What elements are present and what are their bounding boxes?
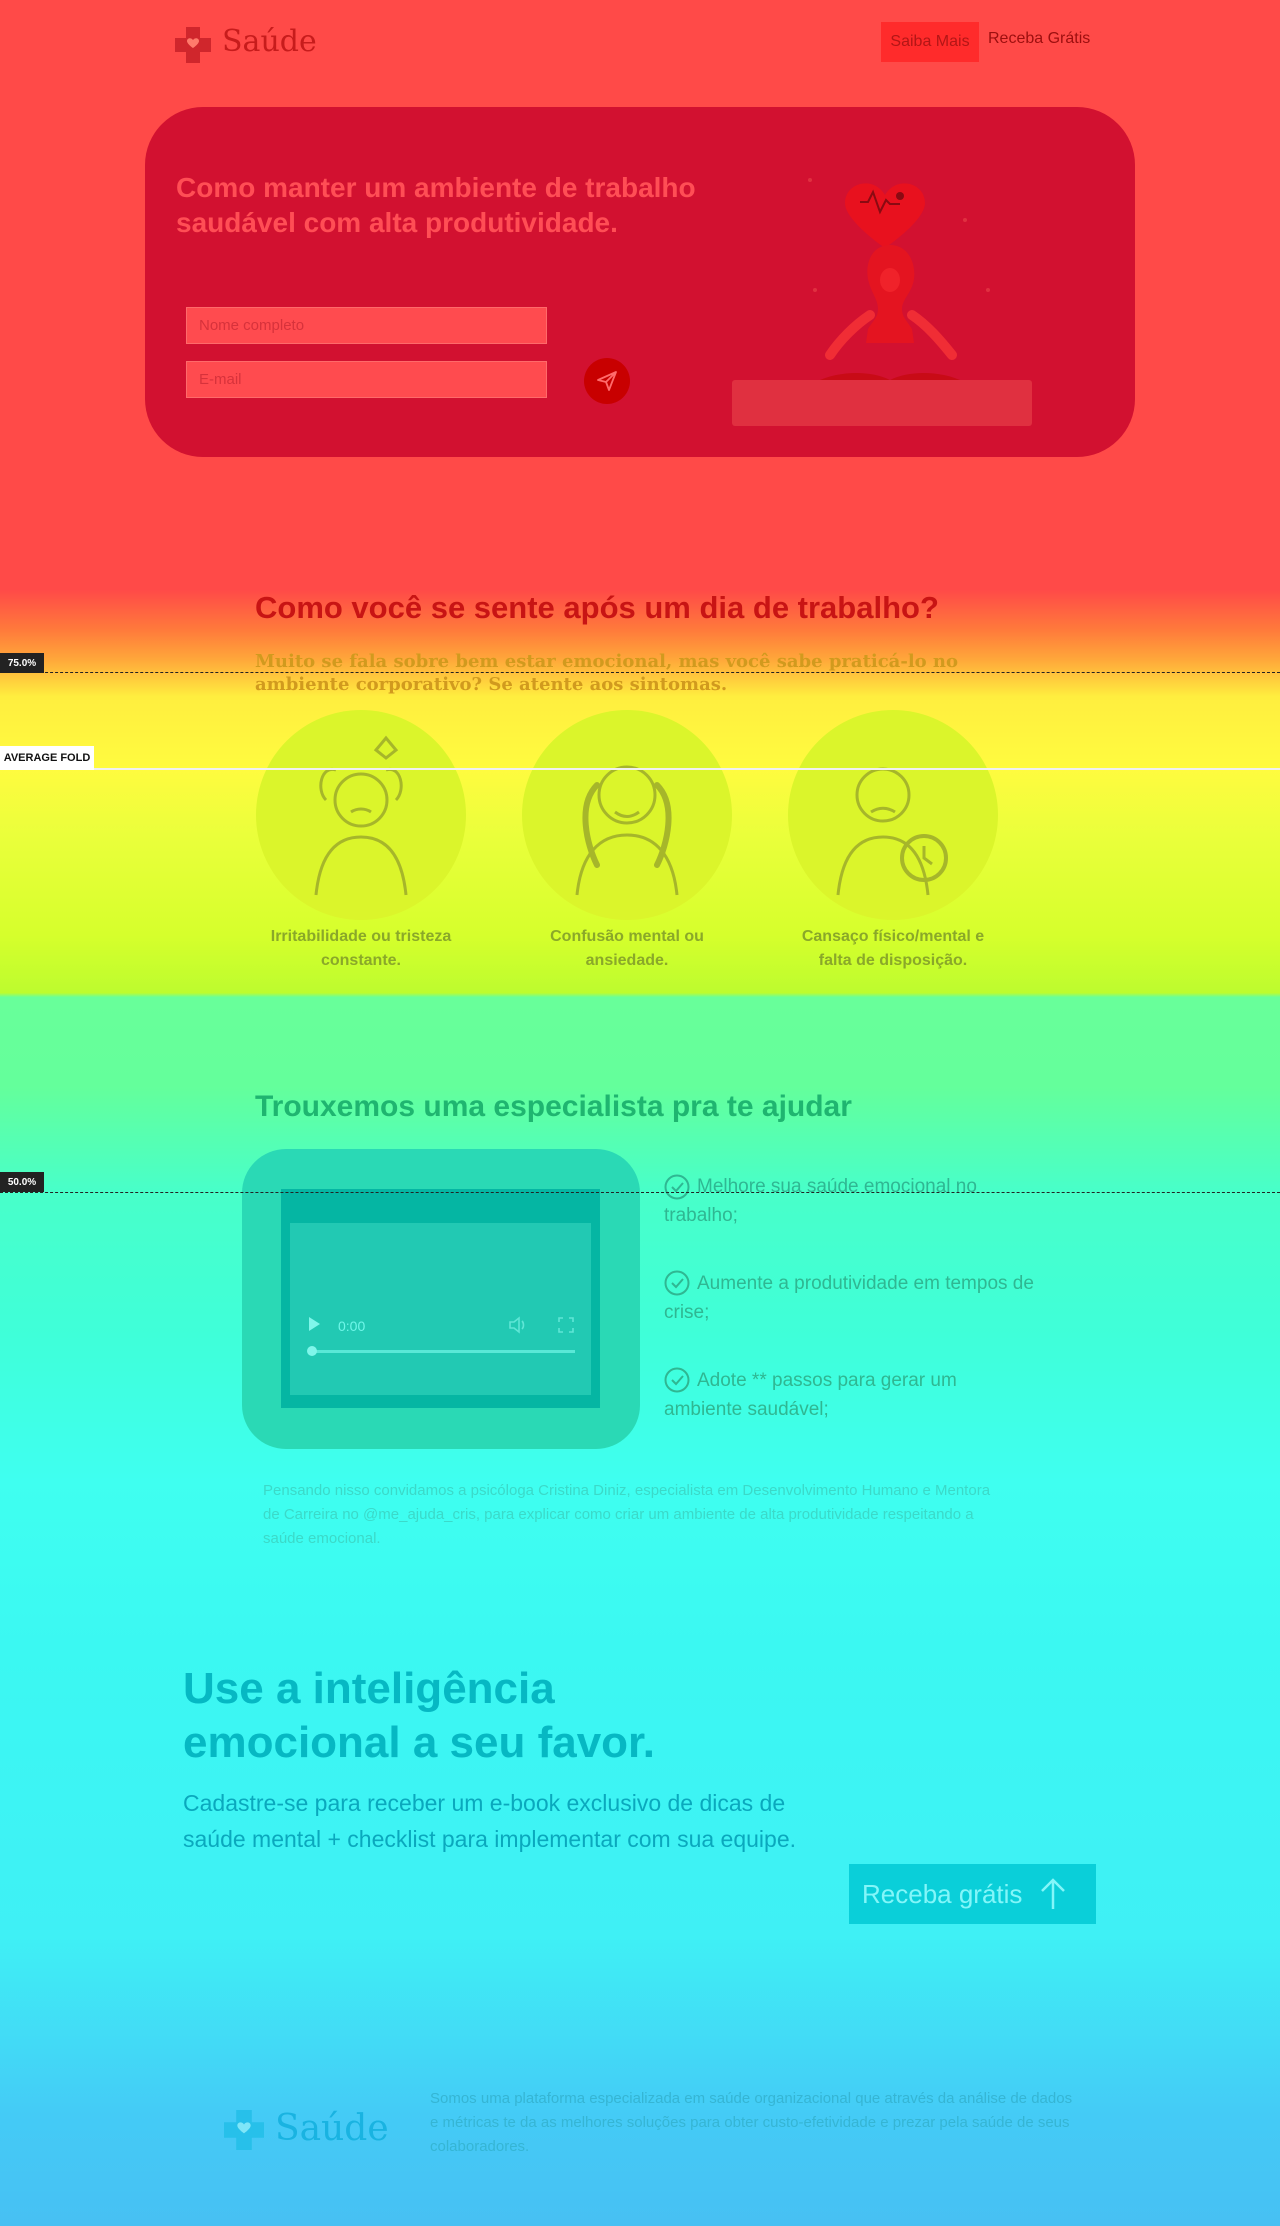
scroll-marker-75-line — [0, 672, 1280, 673]
scroll-marker-75-label: 75.0% — [0, 653, 44, 673]
confused-person-icon — [542, 730, 712, 900]
benefit-item-2: Aumente a produtividade em tempos de cri… — [664, 1273, 1034, 1323]
average-fold-line — [0, 768, 1280, 770]
symptoms-subtitle: Muito se fala sobre bem estar emocional,… — [255, 651, 959, 695]
nav-receba-gratis-link[interactable]: Receba Grátis — [988, 30, 1090, 48]
scroll-marker-50-label: 50.0% — [0, 1172, 44, 1192]
logo-cross-icon[interactable] — [175, 27, 211, 63]
video-progress-bar[interactable] — [309, 1350, 575, 1353]
footer-logo-cross-icon[interactable] — [224, 2110, 264, 2150]
paper-plane-icon — [597, 371, 617, 391]
send-button[interactable] — [584, 358, 630, 404]
scroll-marker-50-line — [0, 1192, 1280, 1193]
video-screen[interactable] — [290, 1223, 591, 1395]
symptom-label-fatigue: Cansaço físico/mental e falta de disposi… — [801, 928, 985, 969]
video-time: 0:00 — [338, 1318, 366, 1334]
hero-title: Como manter um ambiente de trabalho saud… — [176, 172, 696, 238]
receba-gratis-button[interactable]: Receba grátis — [849, 1864, 1096, 1924]
average-fold-label: AVERAGE FOLD — [0, 746, 94, 770]
specialist-paragraph: Pensando nisso convidamos a psicóloga Cr… — [263, 1482, 991, 1547]
nav-saiba-mais-button[interactable]: Saiba Mais — [881, 22, 979, 62]
name-input[interactable]: Nome completo — [186, 307, 547, 344]
specialist-title: Trouxemos uma especialista pra te ajudar — [255, 1090, 852, 1123]
tired-person-with-alarm-clock-icon — [808, 730, 978, 900]
volume-icon[interactable] — [508, 1316, 528, 1339]
symptom-label-confusion: Confusão mental ou ansiedade. — [550, 928, 704, 969]
benefit-item-1: Melhore sua saúde emocional no trabalho; — [664, 1176, 977, 1226]
email-input[interactable]: E-mail — [186, 361, 547, 398]
logo-text[interactable]: Saúde — [222, 24, 317, 59]
arrow-up-icon — [1041, 1878, 1066, 1909]
benefit-item-3: Adote ** passos para gerar um ambiente s… — [664, 1370, 957, 1420]
cta-button-label: Receba grátis — [862, 1878, 1023, 1909]
footer-description: Somos uma plataforma especializada em sa… — [430, 2090, 1073, 2155]
symptom-label-irritability: Irritabilidade ou tristeza constante. — [270, 928, 452, 969]
video-progress-handle[interactable] — [307, 1346, 317, 1356]
fullscreen-icon[interactable] — [558, 1317, 574, 1338]
cta-title: Use a inteligência emocional a seu favor… — [183, 1664, 655, 1767]
meditating-woman-illustration — [720, 140, 1060, 440]
cta-text: Cadastre-se para receber um e-book exclu… — [183, 1790, 797, 1852]
play-icon[interactable] — [307, 1316, 321, 1337]
symptoms-title: Como você se sente após um dia de trabal… — [255, 590, 939, 625]
footer-logo-text[interactable]: Saúde — [275, 2108, 389, 2149]
irritated-person-icon — [276, 730, 446, 900]
